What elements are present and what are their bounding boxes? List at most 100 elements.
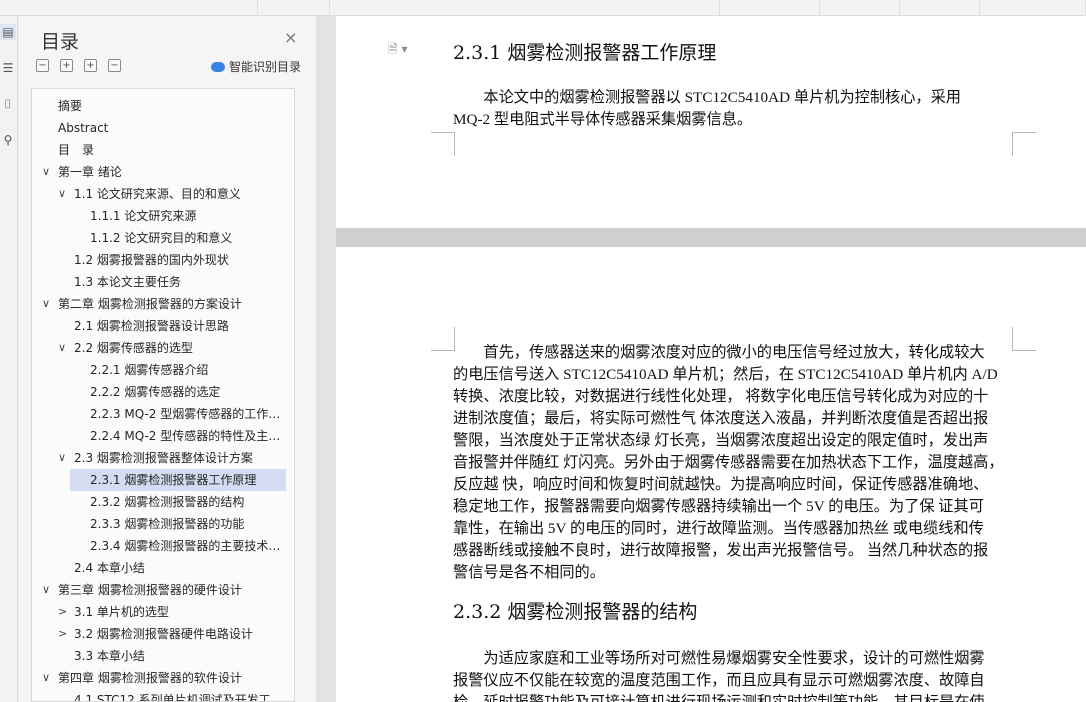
toc-item[interactable]: 4.1 STC12 系列单片机调试及开发工… bbox=[32, 689, 294, 702]
toc-item-label: 2.2.2 烟雾传感器的选定 bbox=[90, 385, 221, 399]
paragraph-line: 的电压信号送入 STC12C5410AD 单片机；然后，在 STC12C5410… bbox=[453, 366, 998, 383]
paragraph-line: 首先，传感器送来的烟雾浓度对应的微小的电压信号经过放大，转化成较大 bbox=[453, 344, 985, 361]
toc-item[interactable]: 2.2.4 MQ-2 型传感器的特性及主… bbox=[70, 425, 286, 447]
toc-item[interactable]: 摘要 bbox=[32, 95, 294, 117]
toc-item-label: 3.1 单片机的选型 bbox=[74, 605, 169, 619]
paragraph: 首先，传感器送来的烟雾浓度对应的微小的电压信号经过放大，转化成较大 的电压信号送入… bbox=[453, 342, 1013, 584]
remove-item-button[interactable]: − bbox=[108, 59, 121, 72]
toc-panel-icon[interactable]: ▤ bbox=[0, 24, 16, 40]
toc-item[interactable]: 3.3 本章小结 bbox=[32, 645, 294, 667]
smart-toc-label: 智能识别目录 bbox=[229, 60, 302, 74]
toc-item-label: 2.3.4 烟雾检测报警器的主要技术… bbox=[90, 539, 281, 553]
document-page: 首先，传感器送来的烟雾浓度对应的微小的电压信号经过放大，转化成较大 的电压信号送入… bbox=[336, 247, 1086, 702]
chevron-down-icon[interactable]: ∨ bbox=[58, 337, 66, 359]
toc-panel: 目录 × − + + − 智能识别目录 摘要 Abstract 目 录 ∨ 第一章 绪论… bbox=[19, 16, 316, 702]
toolbar-segment bbox=[720, 0, 820, 16]
cloud-icon bbox=[211, 62, 225, 72]
toc-item[interactable]: 1.1.2 论文研究目的和意义 bbox=[70, 227, 286, 249]
chevron-down-icon[interactable]: ∨ bbox=[42, 293, 50, 315]
paragraph-line: 转换、浓度比较，对数据进行线性化处理， 将数字化电压信号转化成为对应的十 bbox=[453, 388, 989, 405]
toc-item[interactable]: 2.3.4 烟雾检测报警器的主要技术… bbox=[70, 535, 286, 557]
collapse-all-button[interactable]: − bbox=[36, 59, 49, 72]
toc-item[interactable]: ∨ 第四章 烟雾检测报警器的软件设计 bbox=[32, 667, 294, 689]
page-corner-mark bbox=[431, 327, 455, 351]
page-corner-mark bbox=[1012, 132, 1036, 156]
toc-item[interactable]: 2.2.2 烟雾传感器的选定 bbox=[70, 381, 286, 403]
toc-item-label: 2.2.3 MQ-2 型烟雾传感器的工作… bbox=[90, 407, 281, 421]
paragraph-line: 警信号是各不相同的。 bbox=[453, 564, 605, 581]
toc-item-label: 3.3 本章小结 bbox=[74, 649, 145, 663]
toc-item[interactable]: ∨ 第一章 绪论 bbox=[32, 161, 294, 183]
document-icon[interactable]: 🗎 ▾ bbox=[388, 40, 408, 61]
paragraph-line: 感器断线或接触不良时，进行故障报警，发出声光报警信号。 当然几种状态的报 bbox=[453, 542, 989, 559]
toc-item-label: 1.3 本论文主要任务 bbox=[74, 275, 181, 289]
toc-item-label: 3.2 烟雾检测报警器硬件电路设计 bbox=[74, 627, 253, 641]
toc-item[interactable]: 2.3.3 烟雾检测报警器的功能 bbox=[70, 513, 286, 535]
toc-item[interactable]: 1.3 本论文主要任务 bbox=[32, 271, 294, 293]
chevron-right-icon[interactable]: > bbox=[58, 623, 67, 645]
toc-item-label: 目 录 bbox=[58, 143, 95, 157]
toolbar-segment bbox=[900, 0, 980, 16]
expand-level-button[interactable]: + bbox=[60, 59, 73, 72]
paragraph-line: 报警仪应不仅能在较宽的温度范围工作，而且应具有显示可燃烟雾浓度、故障自 bbox=[453, 672, 985, 689]
toc-item[interactable]: ∨ 1.1 论文研究来源、目的和意义 bbox=[32, 183, 294, 205]
bookmark-icon[interactable]: ⌷ bbox=[0, 96, 16, 112]
chevron-right-icon[interactable]: > bbox=[58, 601, 67, 623]
toc-item-label: 2.2 烟雾传感器的选型 bbox=[74, 341, 193, 355]
section-heading: 2.3.1 烟雾检测报警器工作原理 bbox=[453, 42, 717, 64]
toc-item[interactable]: 2.4 本章小结 bbox=[32, 557, 294, 579]
toc-item-label: 1.1 论文研究来源、目的和意义 bbox=[74, 187, 241, 201]
chevron-down-icon[interactable]: ∨ bbox=[58, 447, 66, 469]
paragraph-line: 为适应家庭和工业等场所对可燃性易爆烟雾安全性要求，设计的可燃性烟雾 bbox=[453, 650, 985, 667]
toc-item-label: 2.3.2 烟雾检测报警器的结构 bbox=[90, 495, 245, 509]
toc-item[interactable]: Abstract bbox=[32, 117, 294, 139]
toolbar-segment bbox=[980, 0, 1086, 16]
toc-item[interactable]: 2.1 烟雾检测报警器设计思路 bbox=[32, 315, 294, 337]
left-icon-rail: ▤ ☰ ⌷ ⚲ bbox=[0, 16, 18, 702]
page-gap bbox=[336, 228, 1086, 247]
toc-item[interactable]: 2.2.1 烟雾传感器介绍 bbox=[70, 359, 286, 381]
paragraph: 为适应家庭和工业等场所对可燃性易爆烟雾安全性要求，设计的可燃性烟雾 报警仪应不仅能… bbox=[453, 648, 1013, 702]
toc-item[interactable]: 目 录 bbox=[32, 139, 294, 161]
paragraph: 本论文中的烟雾检测报警器以 STC12C5410AD 单片机为控制核心，采用 MQ… bbox=[453, 87, 1013, 131]
toc-item[interactable]: 2.3.2 烟雾检测报警器的结构 bbox=[70, 491, 286, 513]
paragraph-line: 本论文中的烟雾检测报警器以 STC12C5410AD 单片机为控制核心，采用 bbox=[453, 89, 961, 106]
toc-item[interactable]: 2.3.1 烟雾检测报警器工作原理 bbox=[70, 469, 286, 491]
paragraph-line: 进制浓度值；最后，将实际可燃性气 体浓度送入液晶，并判断浓度值是否超出报 bbox=[453, 410, 989, 427]
smart-toc-button[interactable]: 智能识别目录 bbox=[211, 58, 301, 75]
paragraph-line: MQ-2 型电阻式半导体传感器采集烟雾信息。 bbox=[453, 111, 753, 128]
chevron-down-icon[interactable]: ∨ bbox=[42, 667, 50, 689]
toc-item[interactable]: 1.1.1 论文研究来源 bbox=[70, 205, 286, 227]
chevron-down-icon[interactable]: ∨ bbox=[58, 183, 66, 205]
toc-item-label: 1.2 烟雾报警器的国内外现状 bbox=[74, 253, 229, 267]
toc-item[interactable]: ∨ 2.2 烟雾传感器的选型 bbox=[32, 337, 294, 359]
paragraph-line: 检、延时报警功能及可接计算机进行现场运测和实时控制等功能。其目标是在使 bbox=[453, 692, 1013, 702]
add-item-button[interactable]: + bbox=[84, 59, 97, 72]
chevron-down-icon[interactable]: ∨ bbox=[42, 161, 50, 183]
toc-item-label: 2.3.3 烟雾检测报警器的功能 bbox=[90, 517, 245, 531]
toc-item[interactable]: ∨ 第三章 烟雾检测报警器的硬件设计 bbox=[32, 579, 294, 601]
toc-item[interactable]: 1.2 烟雾报警器的国内外现状 bbox=[32, 249, 294, 271]
toc-item-label: 第三章 烟雾检测报警器的硬件设计 bbox=[58, 583, 242, 597]
toc-item-label: 第一章 绪论 bbox=[58, 165, 122, 179]
outline-icon[interactable]: ☰ bbox=[0, 60, 16, 76]
toc-item[interactable]: >3.2 烟雾检测报警器硬件电路设计 bbox=[32, 623, 294, 645]
toc-item-label: 4.1 STC12 系列单片机调试及开发工… bbox=[74, 693, 283, 702]
panel-splitter[interactable] bbox=[316, 16, 336, 702]
toc-item[interactable]: >3.1 单片机的选型 bbox=[32, 601, 294, 623]
toc-item-label: 第四章 烟雾检测报警器的软件设计 bbox=[58, 671, 242, 685]
toc-item-label: 2.2.4 MQ-2 型传感器的特性及主… bbox=[90, 429, 281, 443]
toc-list: 摘要 Abstract 目 录 ∨ 第一章 绪论 ∨ 1.1 论文研究来源、目的和意义 1.1… bbox=[31, 88, 295, 702]
toc-item-label: 2.1 烟雾检测报警器设计思路 bbox=[74, 319, 229, 333]
toc-item-label: 2.2.1 烟雾传感器介绍 bbox=[90, 363, 209, 377]
chevron-down-icon[interactable]: ∨ bbox=[42, 579, 50, 601]
close-icon[interactable]: × bbox=[284, 28, 297, 47]
paragraph-line: 音报警并伴随红 灯闪亮。另外由于烟雾传感器需要在加热状态下工作，温度越高， bbox=[453, 454, 1004, 471]
search-icon[interactable]: ⚲ bbox=[0, 132, 16, 148]
toc-item-label: 2.4 本章小结 bbox=[74, 561, 145, 575]
toc-item[interactable]: ∨ 2.3 烟雾检测报警器整体设计方案 bbox=[32, 447, 294, 469]
toc-item[interactable]: 2.2.3 MQ-2 型烟雾传感器的工作… bbox=[70, 403, 286, 425]
toc-item-label: Abstract bbox=[58, 121, 109, 135]
toc-item[interactable]: ∨ 第二章 烟雾检测报警器的方案设计 bbox=[32, 293, 294, 315]
paragraph-line: 稳定地工作，报警器需要向烟雾传感器持续输出一个 5V 的电压。为了保 证其可 bbox=[453, 498, 984, 515]
